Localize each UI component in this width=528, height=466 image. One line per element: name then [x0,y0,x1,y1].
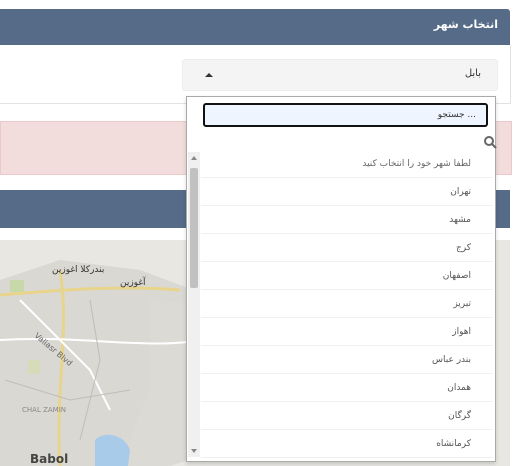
map-label-babol: Babol [30,452,69,466]
list-item[interactable]: اهواز [201,318,493,346]
city-select[interactable]: بابل [182,59,498,91]
list-item[interactable]: تبریز [201,290,493,318]
list-item[interactable]: همدان [201,374,493,402]
scroll-thumb[interactable] [190,168,198,288]
panel-title: انتخاب شهر [433,18,498,31]
city-panel-header: انتخاب شهر [0,9,510,45]
caret-up-icon [205,73,213,77]
map-label-chal: CHAL ZAMIN [22,406,66,414]
scroll-down-arrow-icon[interactable] [191,449,197,453]
list-item[interactable]: کرج [201,234,493,262]
city-list: لطفا شهر خود را انتخاب کنید تهران مشهد ک… [201,150,493,458]
list-item[interactable]: اصفهان [201,262,493,290]
scroll-up-arrow-icon[interactable] [191,156,197,160]
list-item[interactable]: کرمانشاه [201,430,493,458]
dropdown-scrollbar[interactable] [188,152,200,457]
search-input[interactable] [203,103,488,127]
search-icon[interactable] [483,135,497,149]
list-item[interactable]: تهران [201,178,493,206]
list-item[interactable]: گرگان [201,402,493,430]
list-item[interactable]: بندر عباس [201,346,493,374]
list-item[interactable]: لطفا شهر خود را انتخاب کنید [201,150,493,178]
list-item[interactable]: مشهد [201,206,493,234]
city-select-value: بابل [464,68,481,79]
map-label-aghozin: آغوزین [120,278,146,288]
map-label-bandar: بندرکلا اغوزین [52,265,105,275]
